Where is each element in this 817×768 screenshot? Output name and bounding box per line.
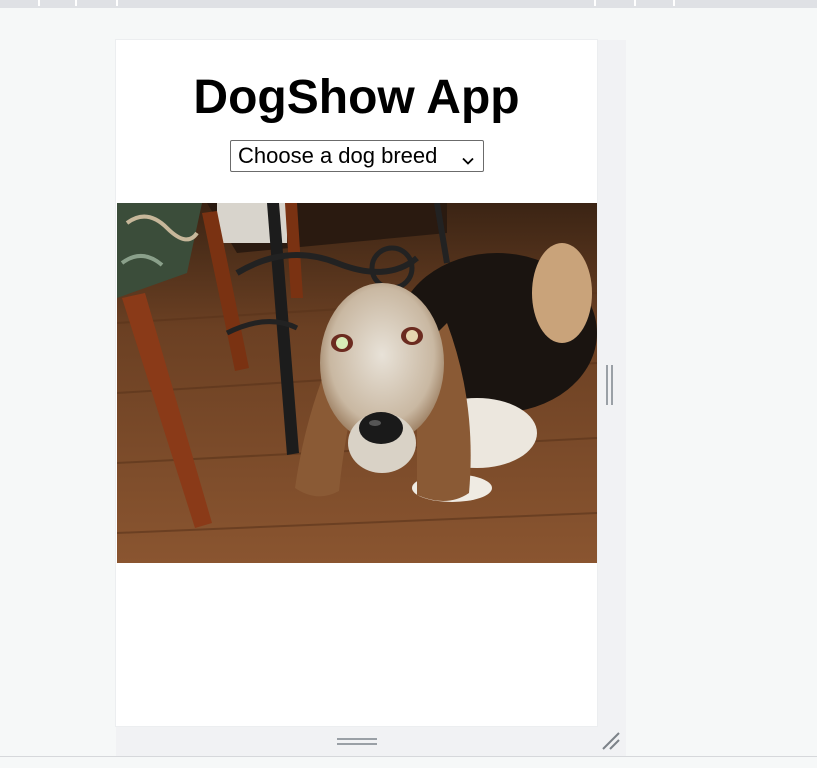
toolbar-divider (116, 0, 118, 6)
resize-handle-right[interactable] (606, 365, 614, 405)
page-title: DogShow App (193, 71, 520, 124)
resize-corner-icon[interactable] (600, 730, 622, 752)
breed-select-value: Choose a dog breed (238, 143, 438, 168)
toolbar-divider (75, 0, 77, 6)
preview-frame: DogShow App Choose a dog breed (116, 40, 626, 756)
toolbar-divider (673, 0, 675, 6)
breed-select[interactable]: Choose a dog breed (230, 140, 484, 172)
bottom-divider (0, 756, 817, 757)
toolbar-divider (594, 0, 596, 6)
resize-handle-bottom[interactable] (337, 738, 377, 746)
dog-photo (117, 203, 597, 563)
top-toolbar-strip (0, 0, 817, 8)
toolbar-divider (38, 0, 40, 6)
chevron-down-icon (461, 148, 475, 174)
toolbar-divider (634, 0, 636, 6)
app-viewport: DogShow App Choose a dog breed (116, 40, 597, 726)
